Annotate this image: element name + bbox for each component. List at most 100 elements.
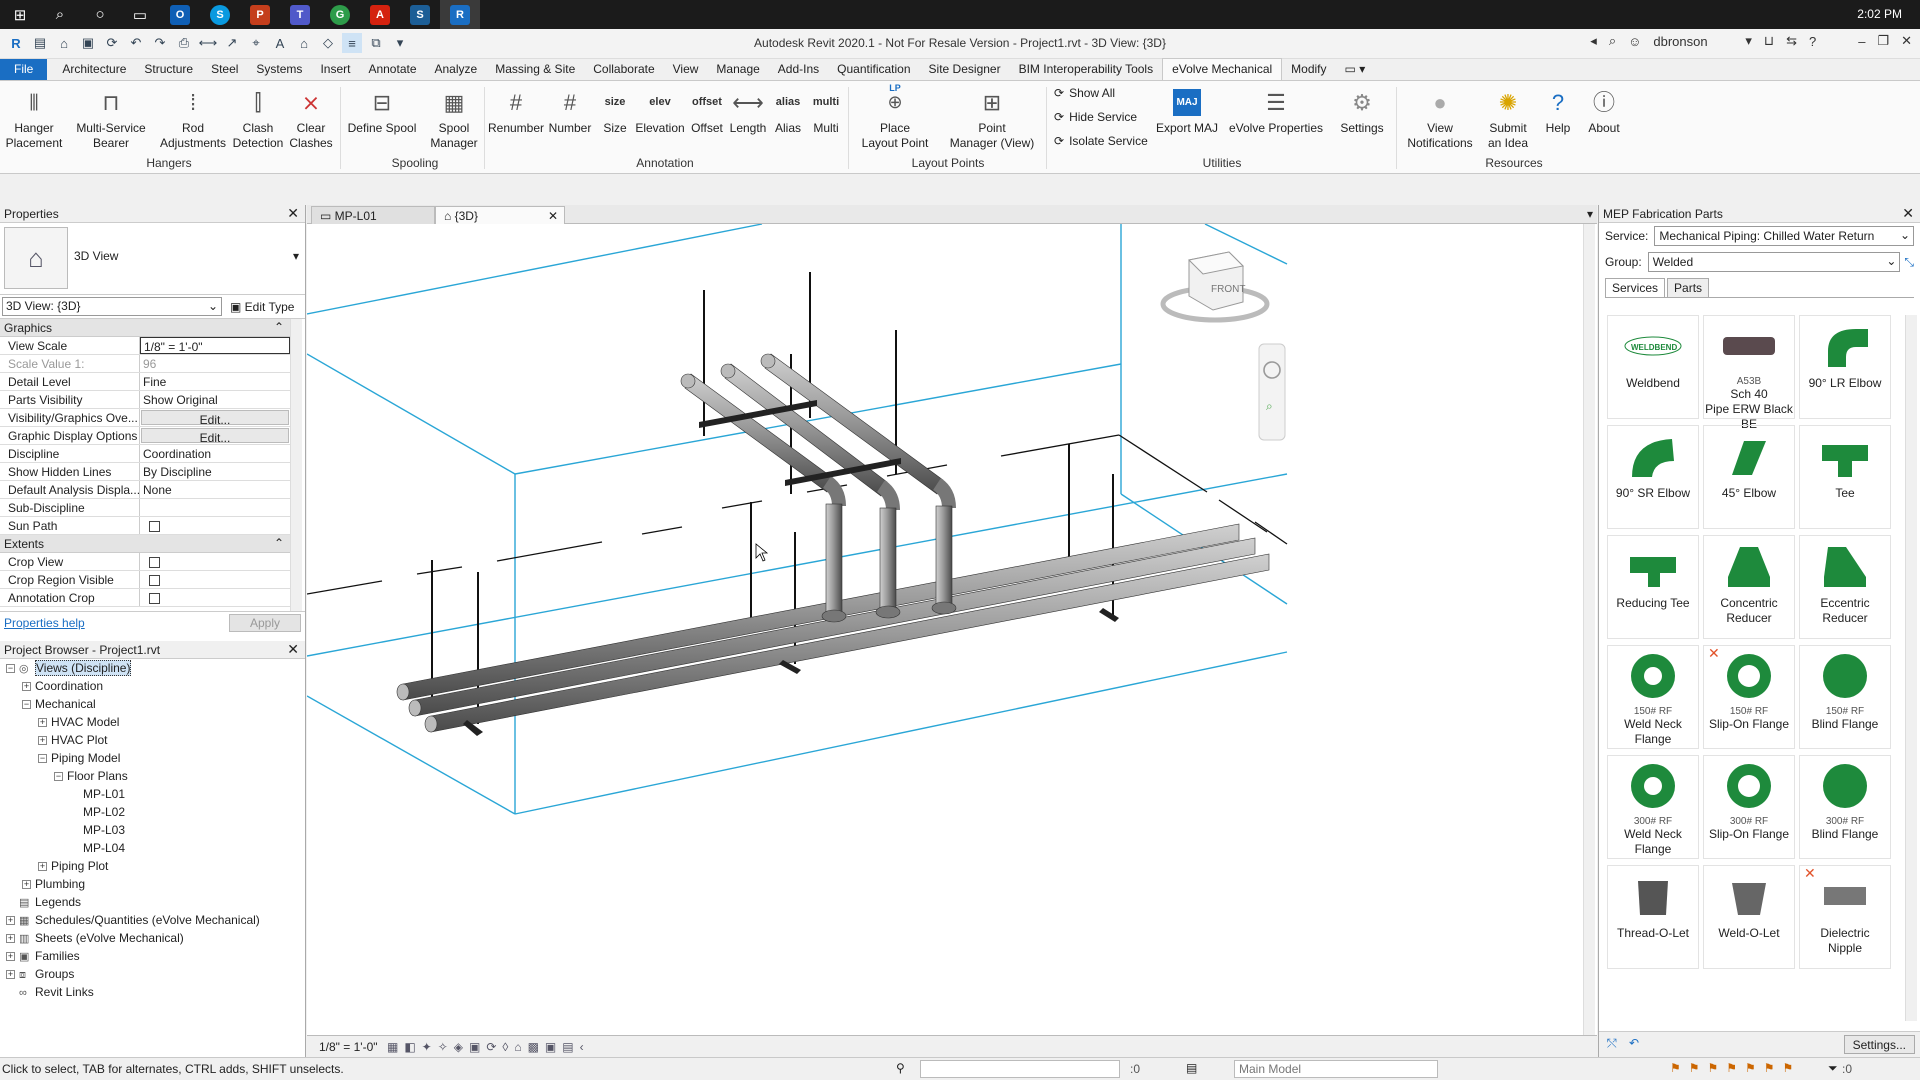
help-icon[interactable]: ? — [1809, 34, 1816, 49]
tab-manage[interactable]: Manage — [707, 59, 768, 80]
renumber-button[interactable]: # Renumber — [486, 85, 546, 136]
spool-manager-button[interactable]: ▦ Spool Manager — [424, 85, 484, 151]
search-icon[interactable]: ⌕ — [40, 0, 80, 29]
part-tile[interactable]: 150# RF Blind Flange — [1799, 645, 1891, 749]
offset-button[interactable]: offset Offset — [686, 85, 728, 136]
parts-scrollbar[interactable] — [1905, 315, 1917, 1021]
tab-modify[interactable]: Modify — [1282, 59, 1335, 80]
browser-item[interactable]: + ▦ Schedules/Quantities (eVolve Mechanica… — [0, 911, 305, 929]
type-dropdown-icon[interactable]: ▾ — [293, 249, 299, 263]
collapse-icon[interactable]: − — [38, 754, 47, 764]
number-button[interactable]: # Number — [546, 85, 594, 136]
outlook-icon[interactable]: O — [160, 0, 200, 29]
delete-x-icon[interactable]: ✕ — [1708, 646, 1720, 661]
tab-analyze[interactable]: Analyze — [426, 59, 487, 80]
user-menu-chevron-icon[interactable]: ▾ — [1745, 33, 1752, 49]
annotation-crop-checkbox[interactable] — [149, 593, 160, 604]
optimize-lengths-icon[interactable]: ⤲ — [1607, 1036, 1617, 1051]
tab-bim-interoperability[interactable]: BIM Interoperability Tools — [1010, 59, 1163, 80]
tab-architecture[interactable]: Architecture — [53, 59, 135, 80]
tab-file[interactable]: File — [0, 59, 48, 80]
search-back-icon[interactable]: ◂ — [1590, 33, 1597, 49]
browser-item[interactable]: + ▥ Sheets (eVolve Mechanical) — [0, 929, 305, 947]
minimize-icon[interactable]: – — [1858, 34, 1865, 49]
tab-evolve-mechanical[interactable]: eVolve Mechanical — [1162, 58, 1283, 80]
extents-section[interactable]: Extents ⌃ — [0, 535, 290, 553]
tab-3d[interactable]: ⌂ {3D} ✕ — [435, 206, 565, 224]
tab-steel[interactable]: Steel — [202, 59, 247, 80]
expand-icon[interactable]: + — [6, 952, 15, 962]
length-button[interactable]: ⟷ Length — [728, 85, 768, 136]
about-button[interactable]: ⓘ About — [1580, 85, 1628, 136]
close-icon[interactable]: ✕ — [1901, 33, 1912, 49]
skype-icon[interactable]: S — [200, 0, 240, 29]
selection-filter-icons[interactable]: ⚑⚑⚑⚑⚑⚑⚑ — [1670, 1061, 1801, 1075]
apply-button[interactable]: Apply — [229, 613, 301, 632]
clear-clashes-button[interactable]: ⨯ Clear Clashes — [288, 85, 334, 151]
restore-icon[interactable]: ❐ — [1877, 33, 1889, 49]
point-manager-view-button[interactable]: ⊞ Point Manager (View) — [944, 85, 1040, 151]
viewcube[interactable]: FRONT — [1160, 251, 1270, 323]
browser-item[interactable]: ▤ Legends — [0, 893, 305, 911]
tab-view[interactable]: View — [664, 59, 708, 80]
browser-item[interactable]: ∞ Revit Links — [0, 983, 305, 1001]
browser-item[interactable]: − Mechanical — [0, 695, 305, 713]
tab-annotate[interactable]: Annotate — [359, 59, 425, 80]
expand-icon[interactable]: + — [22, 880, 31, 890]
workset-icon[interactable]: ⚲ — [896, 1061, 905, 1075]
task-view-icon[interactable]: ▭ — [120, 0, 160, 29]
browser-item[interactable]: MP-L01 — [0, 785, 305, 803]
part-tile[interactable]: Tee — [1799, 425, 1891, 529]
delete-x-icon[interactable]: ✕ — [1804, 866, 1816, 881]
hanger-placement-button[interactable]: ⫴ Hanger Placement — [4, 85, 64, 151]
export-maj-button[interactable]: MAJ Export MAJ — [1152, 85, 1222, 136]
part-tile[interactable]: WELDBEND Weldbend — [1607, 315, 1699, 419]
teams-icon[interactable]: T — [280, 0, 320, 29]
filter-icon[interactable]: ⏷ — [1828, 1061, 1838, 1076]
instance-dropdown[interactable]: 3D View: {3D} ⌄ — [2, 297, 222, 316]
settings-button[interactable]: ⚙ Settings — [1334, 85, 1390, 136]
close-tab-icon[interactable]: ✕ — [548, 209, 558, 223]
user-icon[interactable]: ☺ — [1628, 34, 1641, 49]
close-properties-icon[interactable]: ✕ — [287, 205, 299, 222]
tab-add-ins[interactable]: Add-Ins — [769, 59, 828, 80]
graphics-section[interactable]: Graphics ⌃ — [0, 319, 290, 337]
properties-scrollbar[interactable] — [290, 319, 302, 611]
view-control-icons[interactable]: ▦◧✦✧◈▣⟳◊⌂▩▣▤‹ — [387, 1040, 590, 1054]
ribbon-options-toggle[interactable]: ▭ ▾ — [1336, 59, 1375, 80]
tab-structure[interactable]: Structure — [135, 59, 202, 80]
help-button[interactable]: ? Help — [1536, 85, 1580, 136]
windows-start-icon[interactable]: ⊞ — [0, 0, 40, 29]
revit-icon[interactable]: R — [440, 0, 480, 29]
evolve-properties-button[interactable]: ☰ eVolve Properties — [1228, 85, 1324, 136]
elevation-button[interactable]: elev Elevation — [634, 85, 686, 136]
part-tile[interactable]: Concentric Reducer — [1703, 535, 1795, 639]
browser-item[interactable]: + Plumbing — [0, 875, 305, 893]
browser-item[interactable]: + Piping Plot — [0, 857, 305, 875]
place-layout-point-button[interactable]: LP ⊕ Place Layout Point — [852, 83, 938, 151]
tab-parts[interactable]: Parts — [1667, 278, 1710, 297]
browser-item[interactable]: − Piping Model — [0, 749, 305, 767]
browser-item[interactable]: MP-L03 — [0, 821, 305, 839]
part-tile[interactable]: Thread-O-Let — [1607, 865, 1699, 969]
view-scale-control[interactable]: 1/8" = 1'-0" — [319, 1040, 379, 1054]
powerpoint-icon[interactable]: P — [240, 0, 280, 29]
browser-item[interactable]: MP-L04 — [0, 839, 305, 857]
part-tile[interactable]: 150# RF Weld Neck Flange — [1607, 645, 1699, 749]
design-option-dropdown[interactable]: Main Model — [1234, 1060, 1438, 1078]
binoculars-icon[interactable]: ⌕ — [1609, 33, 1616, 49]
crop-view-checkbox[interactable] — [149, 557, 160, 568]
expand-icon[interactable]: + — [6, 916, 15, 926]
expand-icon[interactable]: + — [6, 970, 15, 980]
expand-icon[interactable]: + — [6, 934, 15, 944]
tab-quantification[interactable]: Quantification — [828, 59, 919, 80]
clash-detection-button[interactable]: ⫿ Clash Detection — [230, 85, 286, 151]
design-options-icon[interactable]: ▤ — [1186, 1061, 1197, 1075]
type-selector[interactable]: ⌂ 3D View ▾ — [0, 223, 305, 295]
close-browser-icon[interactable]: ✕ — [287, 641, 299, 658]
tab-site-designer[interactable]: Site Designer — [920, 59, 1010, 80]
expand-icon[interactable]: + — [38, 736, 47, 746]
part-tile[interactable]: 300# RF Slip-On Flange — [1703, 755, 1795, 859]
view-scrollbar-vertical[interactable] — [1583, 224, 1595, 1035]
multi-service-bearer-button[interactable]: ⊓ Multi-Service Bearer — [72, 85, 150, 151]
